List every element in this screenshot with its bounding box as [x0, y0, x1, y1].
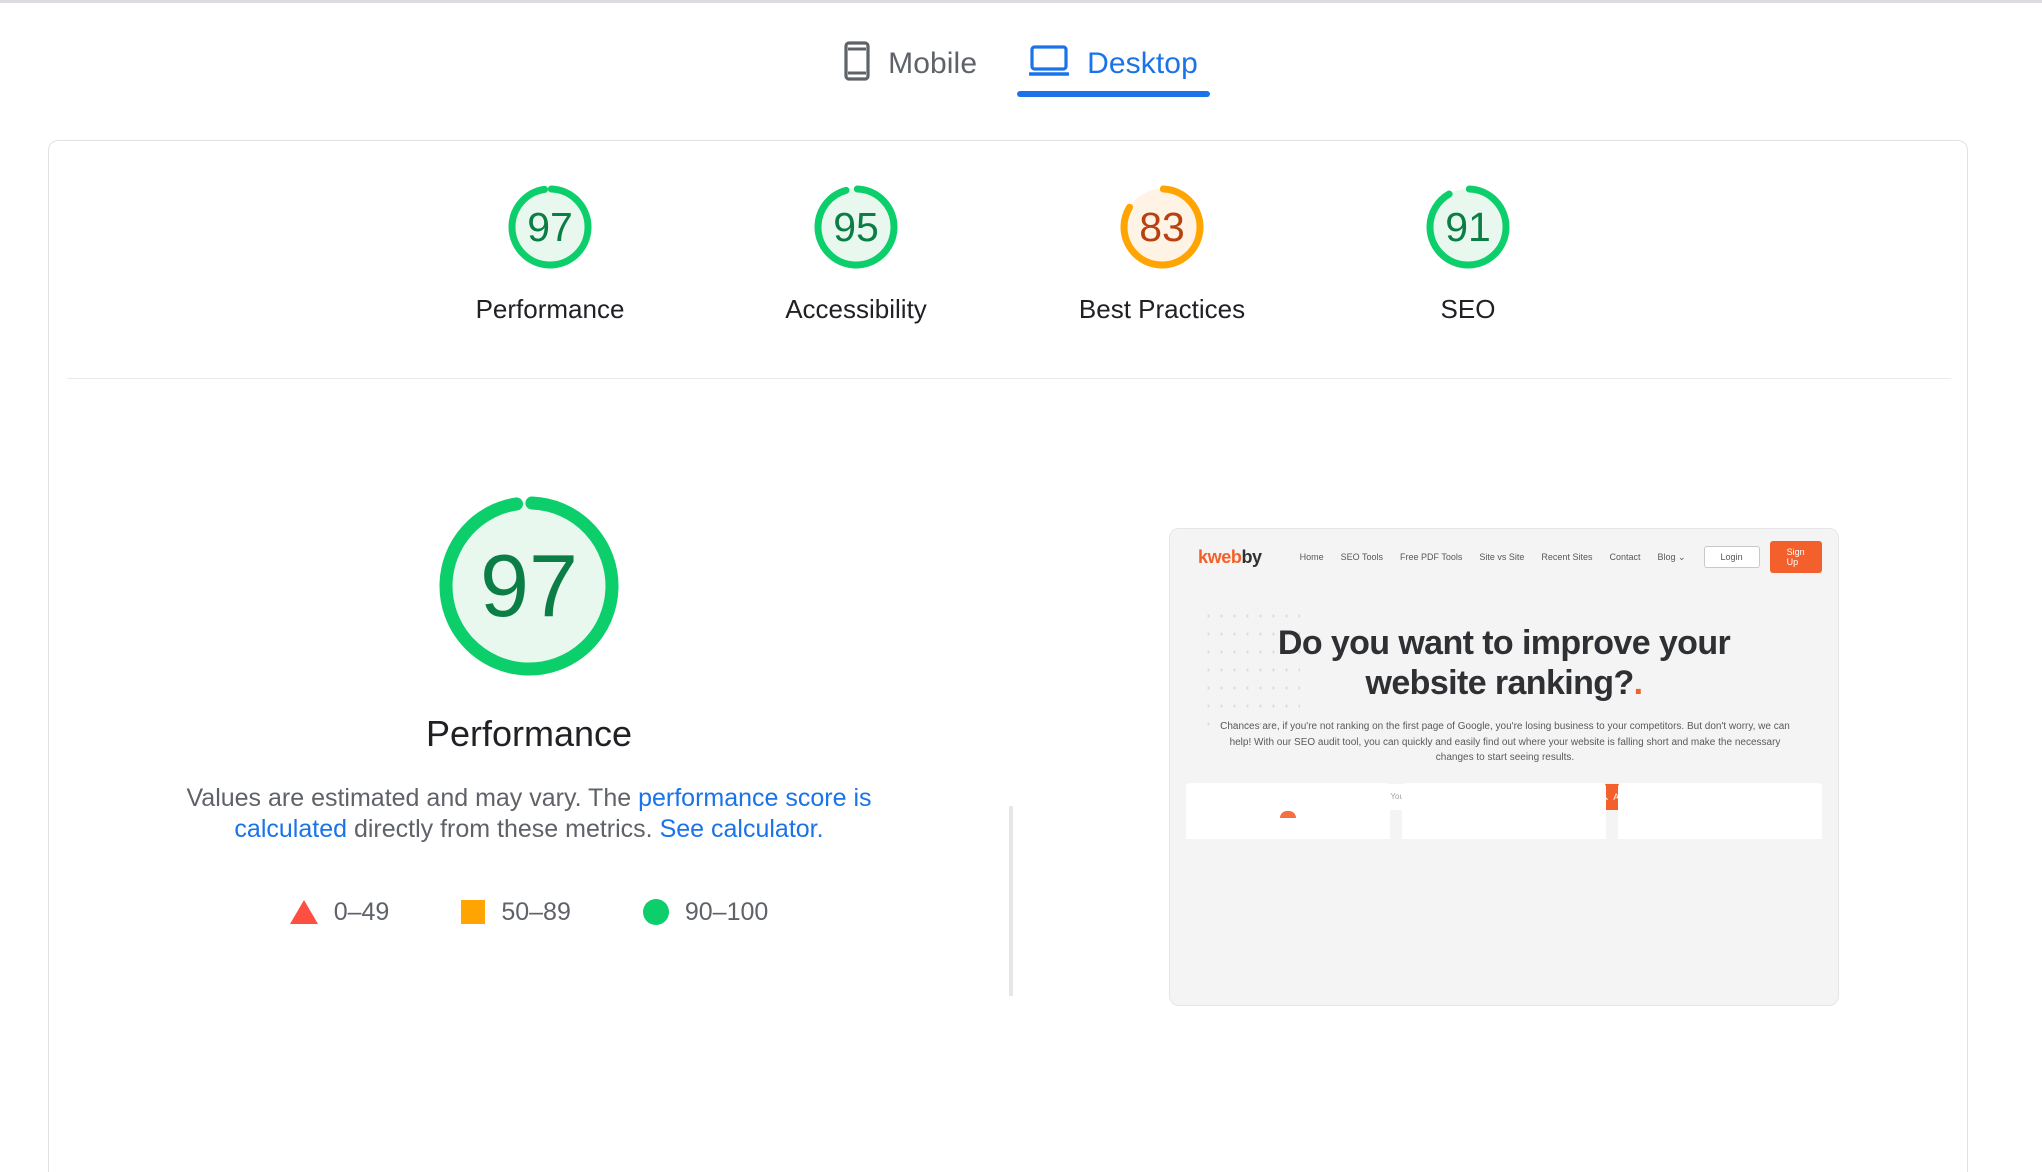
thumb-feature-card	[1618, 782, 1822, 839]
hero-desc-part1: Values are estimated and may vary. The	[186, 784, 639, 812]
tab-active-underline	[1017, 91, 1210, 97]
thumb-subtext: Chances are, if you're not ranking on th…	[1220, 721, 1790, 764]
gauge-score-accessibility: 95	[833, 203, 879, 250]
thumb-feature-card	[1186, 782, 1390, 839]
desktop-icon	[1028, 44, 1070, 83]
thumb-feature-card	[1402, 782, 1606, 839]
hero-left: 97 Performance Values are estimated and …	[49, 379, 1009, 927]
thumb-headline-line1: Do you want to improve your	[1277, 624, 1731, 662]
category-best-practices[interactable]: 83 Best Practices	[1062, 181, 1262, 325]
gauge-label-seo: SEO	[1440, 294, 1496, 324]
category-accessibility[interactable]: 95 Accessibility	[756, 181, 956, 325]
tab-mobile[interactable]: Mobile	[818, 3, 1003, 100]
report-card: 97 Performance 95 Accessibility 83 Best …	[48, 140, 1968, 1172]
hero-description: Values are estimated and may vary. The p…	[134, 783, 924, 846]
circle-icon	[642, 899, 669, 925]
thumb-nav-blog: Blog ⌄	[1657, 551, 1686, 562]
thumb-headline-dot: .	[1633, 664, 1643, 703]
legend-range-poor: 0–49	[333, 897, 390, 926]
square-icon	[461, 900, 486, 924]
triangle-icon	[289, 900, 318, 924]
gauge-ring-performance: 97	[504, 181, 596, 273]
category-seo[interactable]: 91 SEO	[1368, 181, 1568, 325]
gauge-score-seo: 91	[1445, 203, 1491, 250]
gauge-label-accessibility: Accessibility	[785, 294, 927, 324]
thumb-card-icon	[1280, 810, 1296, 818]
gauge-score-best-practices: 83	[1139, 203, 1185, 250]
psi-report-page: Mobile Desktop 97 Performance 95 Accessi…	[0, 0, 2042, 1172]
thumb-logo-by: by	[1241, 546, 1262, 567]
gauge-score-performance: 97	[527, 203, 573, 250]
hero-desc-part2: directly from these metrics.	[347, 815, 660, 844]
legend-item-good: 90–100	[642, 897, 769, 927]
thumb-nav-contact: Contact	[1609, 552, 1641, 562]
score-legend: 0–49 50–89 90–100	[289, 897, 769, 927]
tab-desktop[interactable]: Desktop	[1003, 3, 1224, 100]
form-factor-tabs: Mobile Desktop	[0, 3, 2042, 100]
category-performance[interactable]: 97 Performance	[450, 181, 650, 325]
gauge-ring-seo: 91	[1422, 181, 1514, 273]
legend-item-average: 50–89	[461, 898, 571, 927]
thumb-navbar: kwebby Home SEO Tools Free PDF Tools Sit…	[1170, 529, 1838, 585]
thumb-nav-home: Home	[1299, 552, 1324, 562]
gauge-label-performance: Performance	[475, 294, 625, 324]
thumb-login-button: Login	[1703, 546, 1760, 568]
category-score-strip: 97 Performance 95 Accessibility 83 Best …	[49, 141, 1967, 379]
gauge-ring-accessibility: 95	[810, 181, 902, 273]
thumb-feature-cards	[1186, 782, 1822, 839]
hero-section: 97 Performance Values are estimated and …	[49, 379, 1967, 1006]
legend-item-poor: 0–49	[289, 897, 390, 927]
legend-range-good: 90–100	[684, 897, 769, 926]
hero-gauge: 97	[429, 486, 629, 686]
mobile-icon	[844, 41, 870, 86]
thumb-headline-line2: website ranking?	[1365, 664, 1635, 703]
thumb-headline: Do you want to improve your website rank…	[1210, 623, 1798, 703]
thumb-hero: Do you want to improve your website rank…	[1170, 585, 1838, 839]
thumb-nav-links: Home SEO Tools Free PDF Tools Site vs Si…	[1300, 552, 1686, 563]
thumb-signup-button: Sign Up	[1769, 541, 1822, 573]
gauge-label-best-practices: Best Practices	[1078, 294, 1246, 324]
page-screenshot-thumbnail[interactable]: kwebby Home SEO Tools Free PDF Tools Sit…	[1169, 528, 1839, 1006]
thumb-logo-web: web	[1207, 546, 1242, 567]
legend-range-average: 50–89	[501, 897, 571, 926]
see-calculator-link[interactable]: See calculator.	[660, 815, 824, 843]
thumb-nav-seo-tools: SEO Tools	[1340, 552, 1384, 562]
hero-vertical-divider	[1009, 806, 1013, 996]
tab-mobile-label: Mobile	[888, 46, 978, 80]
hero-title: Performance	[425, 713, 633, 754]
hero-score: 97	[480, 536, 578, 635]
thumb-logo-k: k	[1198, 546, 1208, 567]
thumb-logo: kwebby	[1198, 547, 1262, 568]
thumb-nav-site-vs-site: Site vs Site	[1479, 552, 1525, 562]
tab-desktop-label: Desktop	[1087, 46, 1198, 80]
thumb-nav-recent-sites: Recent Sites	[1541, 552, 1593, 562]
thumb-nav-free-pdf: Free PDF Tools	[1400, 552, 1463, 562]
gauge-ring-best-practices: 83	[1116, 181, 1208, 273]
